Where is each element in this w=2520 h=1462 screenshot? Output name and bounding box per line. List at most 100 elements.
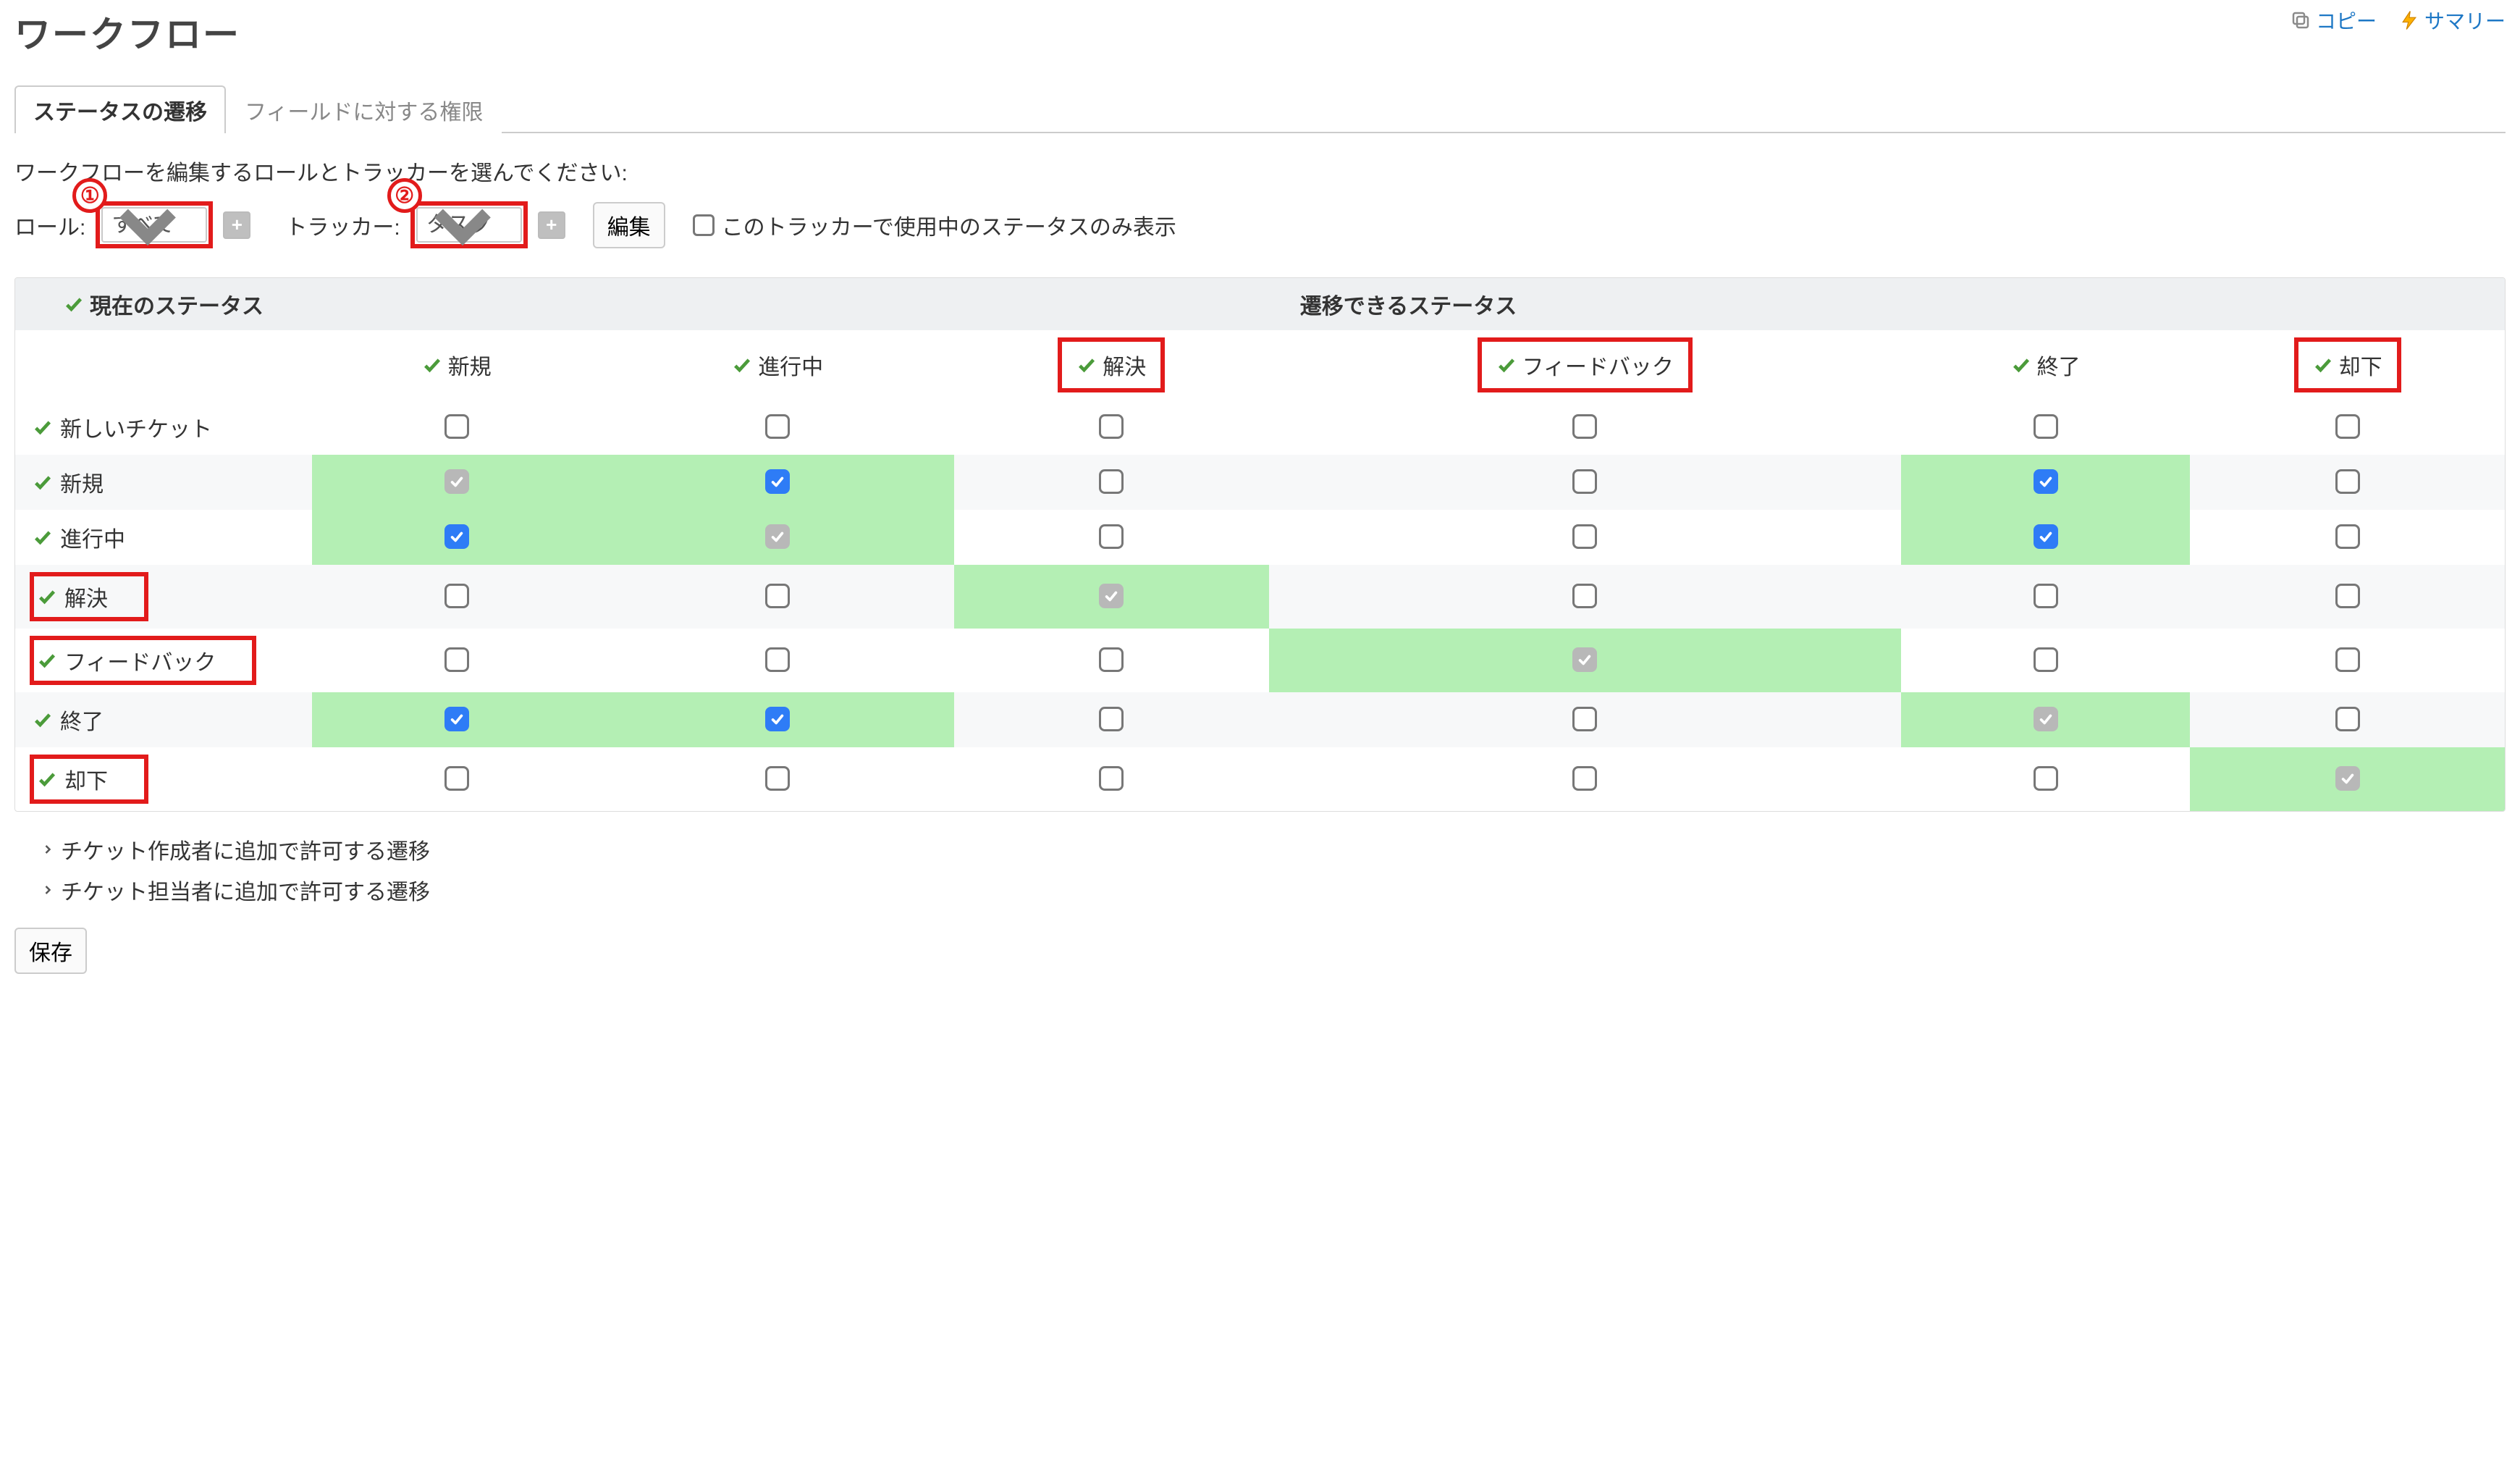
transition-checkbox[interactable] (2335, 584, 2360, 608)
transition-checkbox[interactable] (2335, 766, 2360, 791)
chevron-right-icon (41, 842, 55, 857)
transition-checkbox[interactable] (444, 647, 469, 672)
column-header[interactable]: 進行中 (601, 330, 954, 400)
transition-checkbox[interactable] (2034, 647, 2058, 672)
transition-checkbox[interactable] (1572, 584, 1597, 608)
transition-cell (954, 455, 1269, 510)
tabs: ステータスの遷移 フィールドに対する権限 (14, 84, 2506, 133)
row-header[interactable]: 新規 (15, 455, 312, 510)
transition-checkbox[interactable] (765, 766, 790, 791)
check-icon (1496, 355, 1517, 375)
column-header[interactable]: 却下 (2190, 330, 2505, 400)
group-header-current[interactable]: 現在のステータス (15, 278, 312, 330)
transition-cell (1901, 455, 2190, 510)
transition-checkbox[interactable] (765, 584, 790, 608)
column-header[interactable]: フィードバック (1269, 330, 1901, 400)
tracker-add-button[interactable]: + (538, 211, 565, 239)
transition-checkbox[interactable] (1099, 414, 1124, 439)
row-header[interactable]: 新しいチケット (15, 400, 312, 455)
transition-checkbox[interactable] (2034, 414, 2058, 439)
transition-checkbox[interactable] (1572, 414, 1597, 439)
lightning-icon (2398, 9, 2420, 31)
transition-cell (1269, 565, 1901, 629)
copy-link[interactable]: コピー (2290, 6, 2377, 35)
transition-checkbox[interactable] (2335, 414, 2360, 439)
tracker-select-wrap: ② タスク (410, 201, 528, 248)
tab-field-permissions[interactable]: フィールドに対する権限 (226, 85, 502, 133)
row-header[interactable]: フィードバック (15, 629, 312, 692)
transition-checkbox[interactable] (1099, 707, 1124, 731)
column-header[interactable]: 解決 (954, 330, 1269, 400)
transition-cell (2190, 692, 2505, 747)
check-icon (37, 769, 57, 789)
transition-checkbox[interactable] (1099, 647, 1124, 672)
extra-assignee-transition[interactable]: チケット担当者に追加で許可する遷移 (14, 870, 2506, 910)
transition-checkbox[interactable] (2034, 707, 2058, 731)
matrix-row: 新規 (15, 455, 2505, 510)
transition-checkbox[interactable] (444, 707, 469, 731)
row-header[interactable]: 却下 (15, 747, 312, 811)
row-header[interactable]: 解決 (15, 565, 312, 629)
transition-checkbox[interactable] (444, 766, 469, 791)
copy-label: コピー (2316, 6, 2377, 35)
transition-checkbox[interactable] (444, 469, 469, 494)
check-icon (732, 355, 752, 375)
row-header[interactable]: 進行中 (15, 510, 312, 565)
check-icon (37, 650, 57, 671)
transition-checkbox[interactable] (1572, 647, 1597, 672)
transition-cell (1901, 400, 2190, 455)
page-title: ワークフロー (14, 6, 240, 58)
transition-checkbox[interactable] (765, 469, 790, 494)
transition-checkbox[interactable] (765, 524, 790, 549)
role-select[interactable]: すべて (101, 207, 207, 243)
transition-checkbox[interactable] (2034, 766, 2058, 791)
transition-checkbox[interactable] (2034, 469, 2058, 494)
column-header[interactable]: 新規 (312, 330, 601, 400)
transition-cell (601, 692, 954, 747)
transition-cell (601, 565, 954, 629)
transition-checkbox[interactable] (765, 707, 790, 731)
transition-checkbox[interactable] (765, 647, 790, 672)
transition-cell (2190, 629, 2505, 692)
transition-cell (312, 400, 601, 455)
only-used-checkbox[interactable] (693, 214, 715, 236)
transition-cell (1901, 565, 2190, 629)
column-header[interactable]: 終了 (1901, 330, 2190, 400)
transition-cell (2190, 565, 2505, 629)
transition-checkbox[interactable] (2335, 469, 2360, 494)
transition-checkbox[interactable] (444, 524, 469, 549)
extra-author-label: チケット作成者に追加で許可する遷移 (61, 833, 430, 865)
transition-checkbox[interactable] (1572, 524, 1597, 549)
transition-checkbox[interactable] (2034, 584, 2058, 608)
extra-author-transition[interactable]: チケット作成者に追加で許可する遷移 (14, 829, 2506, 870)
transition-checkbox[interactable] (2335, 524, 2360, 549)
tab-status-transitions[interactable]: ステータスの遷移 (14, 85, 226, 133)
transition-checkbox[interactable] (2335, 707, 2360, 731)
filter-row: ロール: ① すべて + トラッカー: ② タスク + 編集 このトラッカーで使… (14, 201, 2506, 248)
transition-checkbox[interactable] (2335, 647, 2360, 672)
tracker-select[interactable]: タスク (416, 207, 522, 243)
transition-checkbox[interactable] (444, 584, 469, 608)
transition-checkbox[interactable] (1099, 766, 1124, 791)
transition-checkbox[interactable] (765, 414, 790, 439)
transition-checkbox[interactable] (444, 414, 469, 439)
transition-checkbox[interactable] (1099, 469, 1124, 494)
summary-link[interactable]: サマリー (2398, 6, 2506, 35)
transition-checkbox[interactable] (1572, 469, 1597, 494)
check-icon (2313, 355, 2333, 375)
transition-checkbox[interactable] (1099, 524, 1124, 549)
role-add-button[interactable]: + (223, 211, 250, 239)
transition-checkbox[interactable] (1099, 584, 1124, 608)
transition-checkbox[interactable] (1572, 707, 1597, 731)
transition-checkbox[interactable] (2034, 524, 2058, 549)
row-header[interactable]: 終了 (15, 692, 312, 747)
only-used-checkbox-wrap[interactable]: このトラッカーで使用中のステータスのみ表示 (693, 209, 1176, 241)
save-button[interactable]: 保存 (14, 928, 87, 974)
only-used-label: このトラッカーで使用中のステータスのみ表示 (722, 209, 1176, 241)
edit-button[interactable]: 編集 (593, 202, 665, 248)
transition-cell (2190, 455, 2505, 510)
transition-cell (312, 629, 601, 692)
transition-cell (1269, 747, 1901, 811)
transition-checkbox[interactable] (1572, 766, 1597, 791)
transition-cell (1269, 692, 1901, 747)
